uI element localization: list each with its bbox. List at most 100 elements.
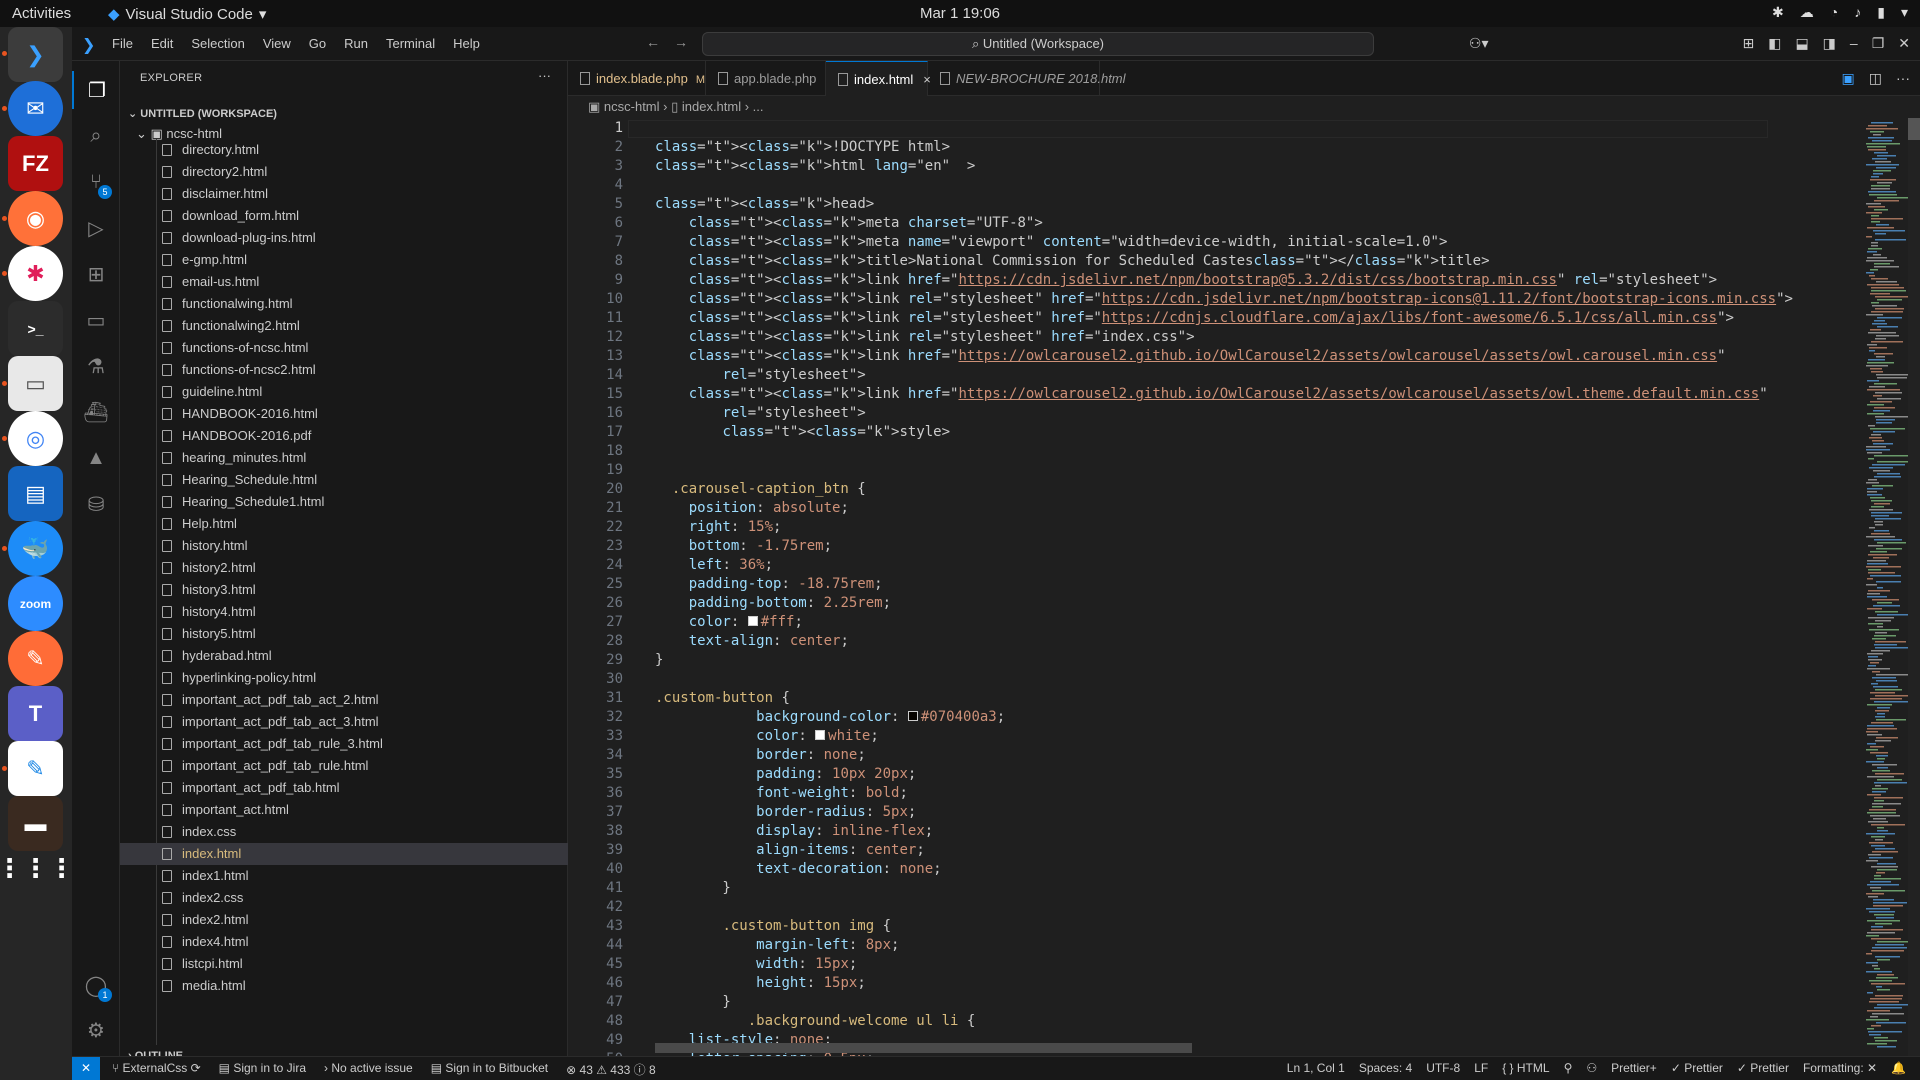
prettier-status[interactable]: ✓ Prettier	[1671, 1061, 1723, 1075]
file-item[interactable]: HANDBOOK-2016.pdf	[120, 425, 568, 447]
zoom-dock-icon[interactable]: zoom	[8, 576, 63, 631]
remote-indicator[interactable]: ✕	[72, 1057, 100, 1080]
workspace-section[interactable]: ⌄ UNTITLED (WORKSPACE)	[120, 103, 568, 125]
file-item[interactable]: index.css	[120, 821, 568, 843]
vscode-dock-icon[interactable]: ❯	[8, 27, 63, 82]
file-item[interactable]: email-us.html	[120, 271, 568, 293]
source-control-icon[interactable]: ⑂ 5	[72, 163, 120, 201]
volume-icon[interactable]: ♪	[1854, 4, 1861, 21]
close-icon[interactable]: ✕	[1898, 35, 1910, 52]
atlassian-icon[interactable]: ▲	[72, 439, 120, 477]
file-item[interactable]: index2.html	[120, 909, 568, 931]
writer-dock-icon[interactable]: ▤	[8, 466, 63, 521]
battery-icon[interactable]: ▮	[1877, 4, 1885, 21]
file-item[interactable]: hyperlinking-policy.html	[120, 667, 568, 689]
filezilla-dock-icon[interactable]: FZ	[8, 136, 63, 191]
file-item[interactable]: disclaimer.html	[120, 183, 568, 205]
file-item[interactable]: Hearing_Schedule1.html	[120, 491, 568, 513]
file-item[interactable]: history3.html	[120, 579, 568, 601]
copilot-icon[interactable]: ⚇▾	[1469, 35, 1489, 52]
menu-run[interactable]: Run	[344, 36, 368, 51]
file-item[interactable]: history.html	[120, 535, 568, 557]
restore-icon[interactable]: ❐	[1872, 35, 1885, 52]
end-of-line[interactable]: LF	[1474, 1061, 1488, 1075]
docker-icon[interactable]: ⛴	[72, 393, 120, 431]
tab-index-html[interactable]: index.html ×	[826, 61, 931, 96]
file-item[interactable]: important_act_pdf_tab_rule.html	[120, 755, 568, 777]
file-item[interactable]: history2.html	[120, 557, 568, 579]
prettier-plus[interactable]: Prettier+	[1611, 1061, 1657, 1075]
minimize-icon[interactable]: –	[1850, 35, 1858, 52]
toggle-primary-sidebar-icon[interactable]: ◧	[1768, 35, 1781, 52]
menu-edit[interactable]: Edit	[151, 36, 173, 51]
vertical-scrollbar[interactable]	[1908, 118, 1920, 1056]
database-icon[interactable]: ⛁	[72, 485, 120, 523]
file-item[interactable]: hearing_minutes.html	[120, 447, 568, 469]
command-center[interactable]: ⌕ Untitled (Workspace)	[702, 32, 1374, 56]
tab-new-brochure[interactable]: NEW-BROCHURE 2018.html	[928, 61, 1126, 96]
files-dock-icon[interactable]: ▭	[8, 356, 63, 411]
file-item[interactable]: index2.css	[120, 887, 568, 909]
toggle-secondary-sidebar-icon[interactable]: ◨	[1823, 35, 1836, 52]
more-actions-icon[interactable]: ···	[1896, 70, 1910, 87]
formatting-status[interactable]: Formatting: ✕	[1803, 1061, 1877, 1075]
file-item[interactable]: directory2.html	[120, 161, 568, 183]
teams-dock-icon[interactable]: T	[8, 686, 63, 741]
problems-indicator[interactable]: ⊗ 43 ⚠ 433 ⓘ 8	[566, 1061, 656, 1078]
more-actions-icon[interactable]: ···	[538, 68, 551, 83]
breadcrumb-more[interactable]: ...	[753, 99, 764, 114]
file-item[interactable]: important_act_pdf_tab_act_2.html	[120, 689, 568, 711]
file-item[interactable]: important_act_pdf_tab.html	[120, 777, 568, 799]
file-item[interactable]: HANDBOOK-2016.html	[120, 403, 568, 425]
cloud-tray-icon[interactable]: ☁	[1800, 4, 1814, 21]
postman-dock-icon[interactable]: ✎	[8, 631, 63, 686]
tab-app-blade-php[interactable]: app.blade.php	[706, 61, 826, 96]
slack-dock-icon[interactable]: ✱	[8, 246, 63, 301]
show-apps-grid-icon[interactable]: ⋮⋮⋮	[0, 841, 75, 896]
file-item[interactable]: history5.html	[120, 623, 568, 645]
text-editor-dock-icon[interactable]: ✎	[8, 741, 63, 796]
bitbucket-signin[interactable]: ▤ Sign in to Bitbucket	[431, 1061, 548, 1078]
file-item[interactable]: functionalwing2.html	[120, 315, 568, 337]
file-item[interactable]: media.html	[120, 975, 568, 997]
explorer-icon[interactable]: ❐	[72, 71, 120, 109]
file-item[interactable]: guideline.html	[120, 381, 568, 403]
copilot-status-icon[interactable]: ⚇	[1586, 1061, 1597, 1075]
language-mode[interactable]: { } HTML	[1502, 1061, 1549, 1075]
chevron-down-icon[interactable]: ▾	[1901, 4, 1908, 21]
code-editor[interactable]: 1 2 class="t"><class="k">!DOCTYPE html> 3 cl…	[568, 118, 1920, 1067]
file-item[interactable]: important_act_pdf_tab_act_3.html	[120, 711, 568, 733]
file-item[interactable]: important_act_pdf_tab_rule_3.html	[120, 733, 568, 755]
breadcrumb-file[interactable]: index.html	[682, 99, 741, 114]
menu-go[interactable]: Go	[309, 36, 326, 51]
jira-signin[interactable]: ▤ Sign in to Jira	[219, 1061, 306, 1078]
search-icon[interactable]: ⌕	[72, 117, 120, 155]
file-item[interactable]: download_form.html	[120, 205, 568, 227]
scrollbar-thumb[interactable]	[1908, 118, 1920, 140]
clock[interactable]: Mar 1 19:06	[0, 5, 1920, 22]
toggle-panel-icon[interactable]: ⬓	[1795, 35, 1808, 52]
slack-tray-icon[interactable]: ✱	[1772, 4, 1784, 21]
cursor-position[interactable]: Ln 1, Col 1	[1287, 1061, 1345, 1075]
menu-terminal[interactable]: Terminal	[386, 36, 435, 51]
settings-gear-icon[interactable]: ⚙	[72, 1011, 120, 1049]
system-tray[interactable]: ✱ ☁ ◔ ♪ ▮ ▾	[1772, 4, 1908, 21]
file-item[interactable]: e-gmp.html	[120, 249, 568, 271]
branch-indicator[interactable]: ⑂ ExternalCss ⟳	[112, 1061, 201, 1078]
testing-icon[interactable]: ⚗	[72, 347, 120, 385]
thunderbird-dock-icon[interactable]: ✉	[8, 81, 63, 136]
prettier-status-2[interactable]: ✓ Prettier	[1737, 1061, 1789, 1075]
run-debug-icon[interactable]: ▷	[72, 209, 120, 247]
file-item[interactable]: functions-of-ncsc2.html	[120, 359, 568, 381]
terminal-dock-icon[interactable]: >_	[8, 301, 63, 356]
file-item[interactable]: hyderabad.html	[120, 645, 568, 667]
indentation[interactable]: Spaces: 4	[1359, 1061, 1412, 1075]
file-item[interactable]: important_act.html	[120, 799, 568, 821]
forward-arrow-icon[interactable]: →	[674, 34, 688, 50]
horizontal-scrollbar[interactable]	[655, 1043, 1192, 1053]
file-item[interactable]: index.html	[120, 843, 568, 865]
menu-help[interactable]: Help	[453, 36, 480, 51]
firefox-dock-icon[interactable]: ◉	[8, 191, 63, 246]
file-item[interactable]: download-plug-ins.html	[120, 227, 568, 249]
breadcrumb-folder[interactable]: ncsc-html	[604, 99, 660, 114]
